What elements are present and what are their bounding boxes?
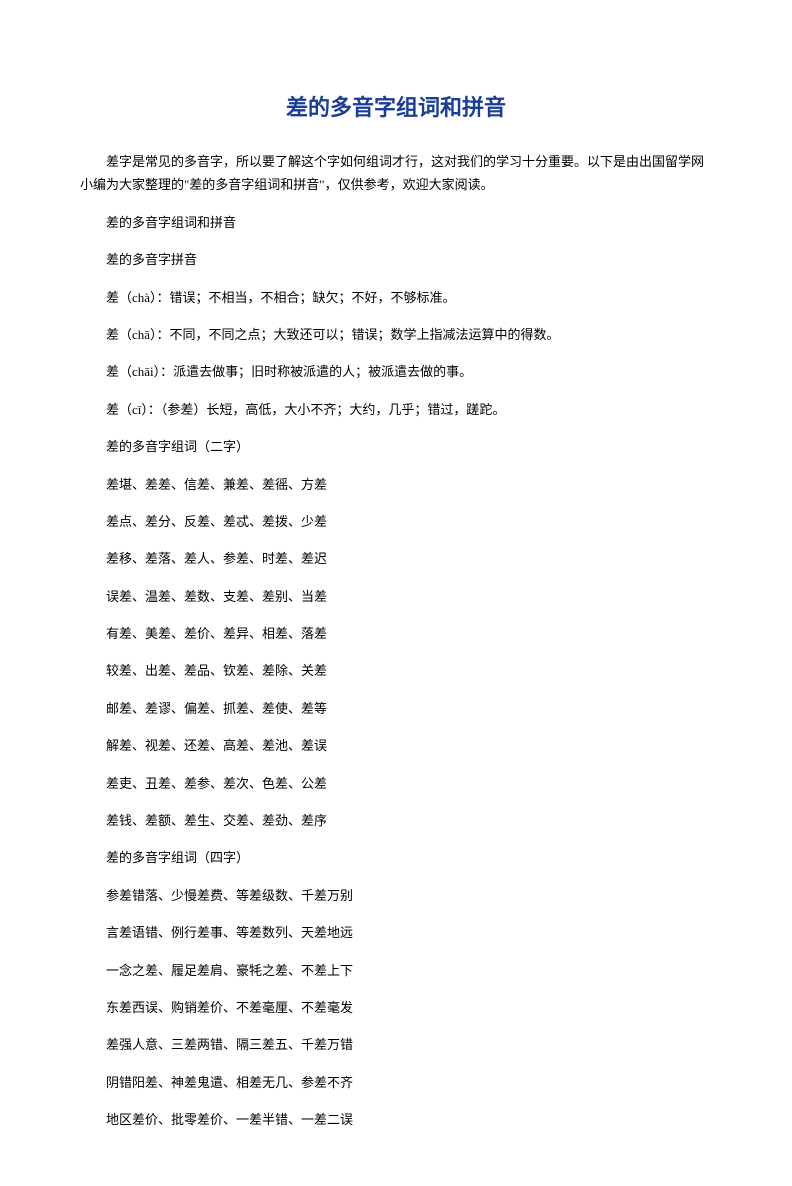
content-line: 差点、差分、反差、差忒、差拨、少差 bbox=[80, 510, 712, 533]
content-line: 解差、视差、还差、高差、差池、差误 bbox=[80, 734, 712, 757]
content-line: 差（cī）：（参差）长短，高低，大小不齐；大约，几乎；错过，蹉跎。 bbox=[80, 398, 712, 421]
content-line: 差的多音字组词（四字） bbox=[80, 846, 712, 869]
content-body: 差的多音字组词和拼音差的多音字拼音差（chà）：错误；不相当，不相合；缺欠；不好… bbox=[80, 211, 712, 1132]
content-line: 地区差价、批零差价、一差半错、一差二误 bbox=[80, 1108, 712, 1131]
content-line: 言差语错、例行差事、等差数列、天差地远 bbox=[80, 921, 712, 944]
content-line: 差钱、差额、差生、交差、差劲、差序 bbox=[80, 809, 712, 832]
content-line: 差移、差落、差人、参差、时差、差迟 bbox=[80, 547, 712, 570]
page-title: 差的多音字组词和拼音 bbox=[80, 90, 712, 122]
content-line: 有差、美差、差价、差异、相差、落差 bbox=[80, 622, 712, 645]
content-line: 差堪、差差、信差、兼差、差徭、方差 bbox=[80, 473, 712, 496]
content-line: 差（chà）：错误；不相当，不相合；缺欠；不好，不够标准。 bbox=[80, 286, 712, 309]
content-line: 差吏、丑差、差参、差次、色差、公差 bbox=[80, 772, 712, 795]
content-line: 参差错落、少慢差费、等差级数、千差万别 bbox=[80, 884, 712, 907]
content-line: 误差、温差、差数、支差、差别、当差 bbox=[80, 585, 712, 608]
intro-paragraph: 差字是常见的多音字，所以要了解这个字如何组词才行，这对我们的学习十分重要。以下是… bbox=[80, 150, 712, 197]
content-line: 差（chā）：不同，不同之点；大致还可以；错误；数学上指减法运算中的得数。 bbox=[80, 323, 712, 346]
content-line: 阴错阳差、神差鬼遣、相差无几、参差不齐 bbox=[80, 1071, 712, 1094]
document-page: 差的多音字组词和拼音 差字是常见的多音字，所以要了解这个字如何组词才行，这对我们… bbox=[0, 0, 792, 1186]
content-line: 一念之差、履足差肩、豪牦之差、不差上下 bbox=[80, 959, 712, 982]
content-line: 差的多音字拼音 bbox=[80, 248, 712, 271]
content-line: 东差西误、购销差价、不差毫厘、不差毫发 bbox=[80, 996, 712, 1019]
content-line: 较差、出差、差品、钦差、差除、关差 bbox=[80, 659, 712, 682]
content-line: 差强人意、三差两错、隔三差五、千差万错 bbox=[80, 1033, 712, 1056]
content-line: 差的多音字组词和拼音 bbox=[80, 211, 712, 234]
content-line: 差的多音字组词（二字） bbox=[80, 435, 712, 458]
content-line: 差（chāi）：派遣去做事；旧时称被派遣的人；被派遣去做的事。 bbox=[80, 360, 712, 383]
content-line: 邮差、差谬、偏差、抓差、差使、差等 bbox=[80, 697, 712, 720]
